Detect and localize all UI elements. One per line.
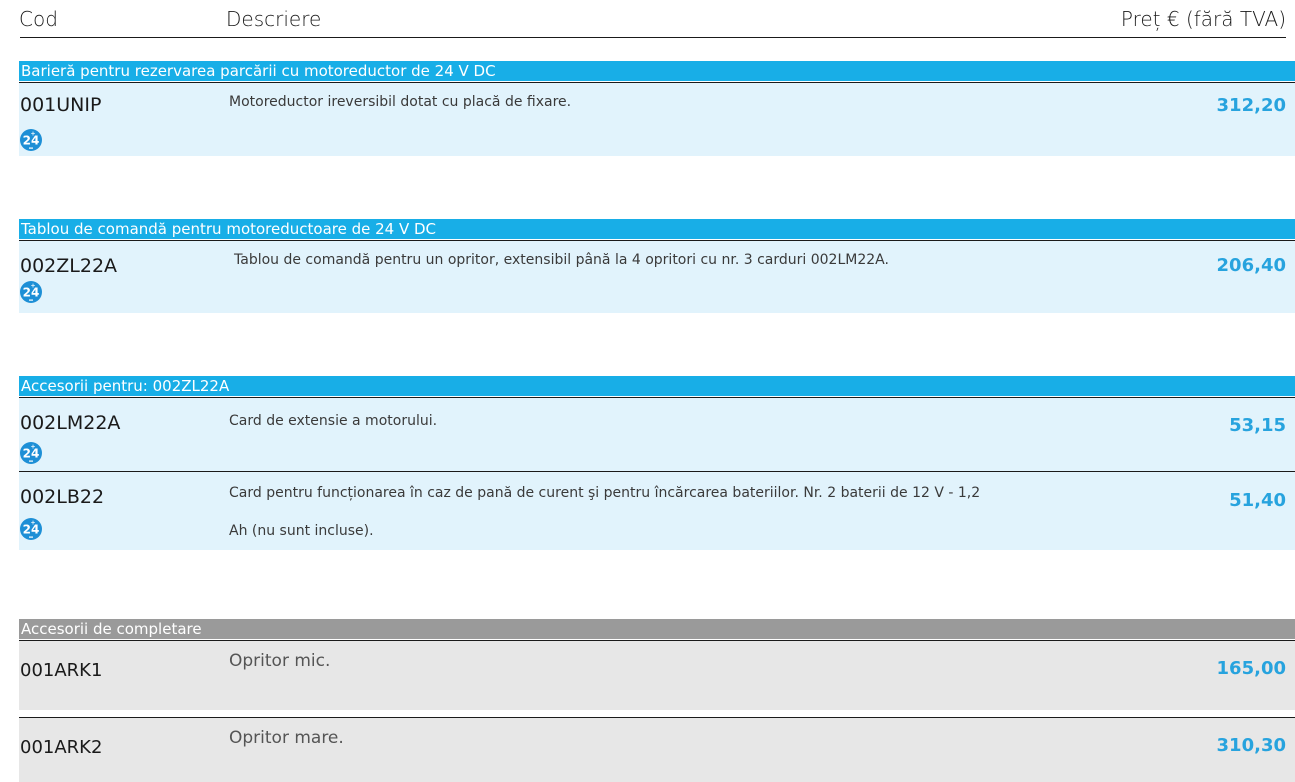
product-price: 206,40	[1216, 255, 1286, 276]
svg-text:+: +	[30, 444, 35, 451]
product-price: 310,30	[1216, 735, 1286, 756]
product-code: 001UNIP	[20, 94, 102, 116]
24v-dc-badge-icon: 24 +	[20, 518, 42, 540]
table-row: 001ARK1 Opritor mic. 165,00	[19, 640, 1295, 710]
section-title-complementary-accessories: Accesorii de completare	[19, 619, 1295, 639]
product-description: Opritor mic.	[229, 651, 331, 671]
product-code: 002LM22A	[20, 412, 121, 434]
section-title-control-panel: Tablou de comandă pentru motoreductoare …	[19, 219, 1295, 239]
table-row: 001ARK2 Opritor mare. 310,30	[19, 717, 1295, 782]
table-row: 002LB22 24 + Card pentru funcționarea în…	[19, 471, 1295, 550]
column-header-code: Cod	[19, 7, 58, 31]
table-row: 002ZL22A 24 + Tablou de comandă pentru u…	[19, 240, 1295, 313]
product-description: Tablou de comandă pentru un opritor, ext…	[234, 252, 889, 268]
product-price: 53,15	[1229, 415, 1286, 436]
section-title-parking-barrier: Barieră pentru rezervarea parcării cu mo…	[19, 61, 1295, 81]
table-row: 001UNIP 24 + Motoreductor ireversibil do…	[19, 82, 1295, 156]
product-description-line-1: Card pentru funcționarea în caz de pană …	[229, 485, 981, 501]
product-price: 165,00	[1216, 658, 1286, 679]
product-description: Opritor mare.	[229, 728, 344, 748]
column-header-description: Descriere	[226, 7, 322, 31]
svg-text:+: +	[30, 131, 35, 138]
svg-text:+: +	[30, 520, 35, 527]
product-description: Motoreductor ireversibil dotat cu placă …	[229, 94, 572, 110]
section-title-accessories-002zl22a: Accesorii pentru: 002ZL22A	[19, 376, 1295, 396]
24v-dc-badge-icon: 24 +	[20, 442, 42, 464]
24v-dc-badge-icon: 24 +	[20, 129, 42, 151]
product-code: 002ZL22A	[20, 255, 118, 277]
24v-dc-badge-icon: 24 +	[20, 281, 42, 303]
product-code: 001ARK1	[20, 660, 103, 681]
product-price: 51,40	[1229, 490, 1286, 511]
svg-text:+: +	[30, 283, 35, 290]
product-price: 312,20	[1216, 95, 1286, 116]
product-description-line-2: Ah (nu sunt incluse).	[229, 523, 374, 539]
product-code: 001ARK2	[20, 737, 103, 758]
header-divider	[20, 37, 1286, 38]
product-description: Card de extensie a motorului.	[229, 413, 438, 429]
column-header-price: Preț € (fără TVA)	[1120, 7, 1286, 31]
table-row: 002LM22A 24 + Card de extensie a motorul…	[19, 397, 1295, 471]
product-code: 002LB22	[20, 486, 105, 508]
